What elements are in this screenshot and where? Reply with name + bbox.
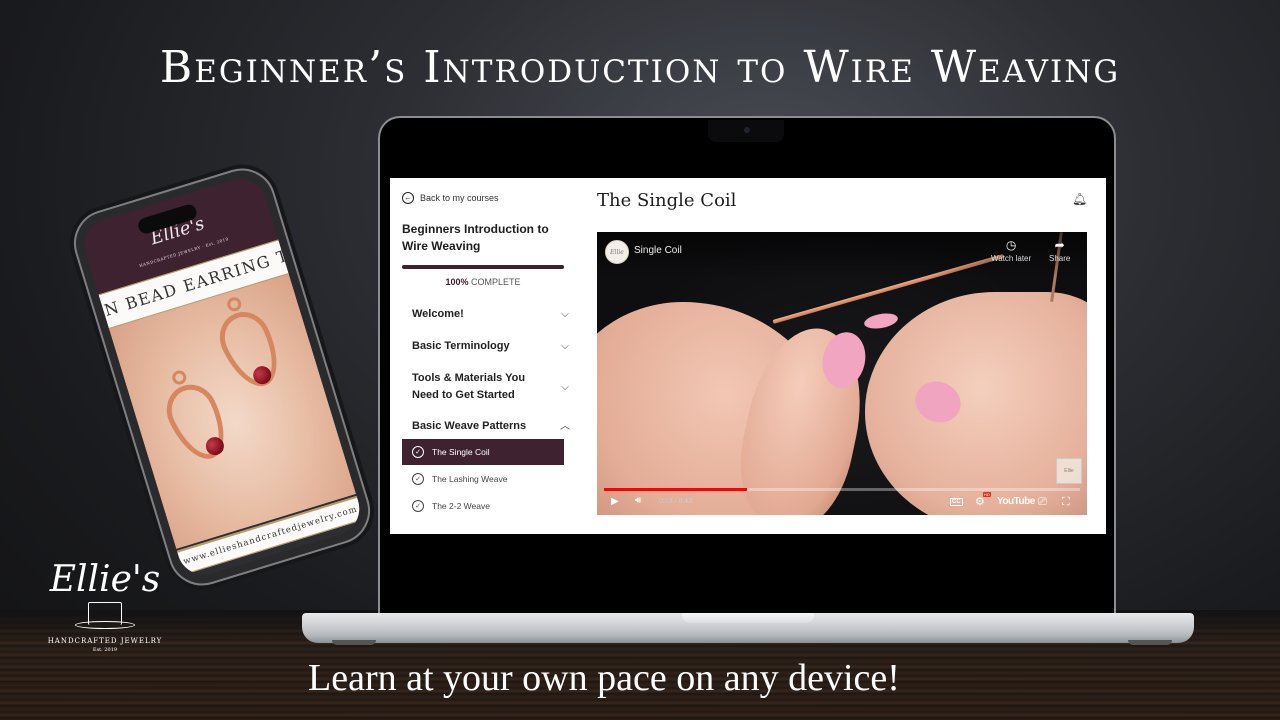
course-title: Beginners Introduction to Wire Weaving [402,222,549,253]
section-label: Basic Terminology [412,340,510,352]
chevron-down-icon: ⌵ [561,309,569,320]
bell-icon[interactable]: 🔔︎ [1072,192,1087,206]
captions-button[interactable]: CC [950,498,963,506]
lesson-the-lashing-weave[interactable]: ✓ The Lashing Weave [402,466,564,492]
section-label: Tools & Materials You Need to Get Starte… [412,372,526,401]
chevron-down-icon: ⌵ [561,381,569,393]
brand-tagline: HANDCRAFTED JEWELRY [47,637,163,645]
progress-percent: 100% [445,277,469,287]
lesson-label: The 2-2 Weave [432,501,490,511]
check-circle-icon: ✓ [412,500,424,512]
play-icon[interactable]: ▶ [611,496,619,507]
chevron-up-icon: ︿ [560,421,570,432]
video-frame-nail [863,311,899,331]
brand-script-name: Ellie's [49,559,161,600]
share-label: Share [1049,254,1071,263]
share-button[interactable]: ➦ Share [1049,239,1070,263]
course-sidebar: ← Back to my courses Beginners Introduct… [390,178,580,534]
fullscreen-icon[interactable]: ⛶ [1062,496,1070,509]
watch-later-button[interactable]: ◷ Watch later [991,239,1031,263]
video-title[interactable]: Single Coil [634,245,682,256]
phone-screen: Ellie's HANDCRAFTED JEWELRY · Est. 2019 … [78,172,366,582]
progress-suffix: COMPLETE [471,277,521,287]
promo-headline: Beginner’s Introduction to Wire Weaving [159,42,1121,93]
top-hat-icon [75,602,135,629]
promo-tagline: Learn at your own pace on any device! [308,657,900,699]
progress-label: 100% COMPLETE [402,277,564,287]
volume-icon[interactable]: 🔊︎ [635,495,641,506]
watch-later-label: Watch later [991,254,1032,263]
earring-loop [225,295,244,313]
laptop-thumb-notch [682,613,814,623]
course-progress-fill [402,265,564,269]
settings-gear-icon[interactable]: ⚙ HD [975,492,991,508]
hd-badge: HD [983,492,991,497]
channel-watermark[interactable]: Ellie [1056,458,1082,484]
earring [211,303,290,396]
lesson-the-2-2-weave[interactable]: ✓ The 2-2 Weave [402,493,564,519]
lesson-label: The Single Coil [432,447,490,457]
check-circle-icon: ✓ [412,473,424,485]
laptop-foot [1128,640,1172,645]
video-progress-bar[interactable] [604,488,1080,491]
channel-avatar[interactable]: Ellie [605,240,629,264]
arrow-left-circle-icon: ← [402,192,414,204]
laptop-foot [332,640,376,645]
lesson-the-single-coil[interactable]: ✓ The Single Coil [402,439,564,465]
chevron-down-icon: ⌵ [561,341,569,352]
course-app-screen: ← Back to my courses Beginners Introduct… [390,178,1106,534]
time-display: 0:13 / 0:43 [659,498,693,505]
lesson-title: The Single Coil [597,190,737,211]
brand-logo: Ellie's HANDCRAFTED JEWELRY Est. 2019 [40,559,170,654]
lesson-label: The Lashing Weave [432,474,508,484]
clock-icon: ◷ [1005,238,1017,252]
share-arrow-icon: ➦ [1054,238,1065,252]
back-to-courses-link[interactable]: ← Back to my courses [402,192,499,204]
video-frame-hand [865,292,1087,515]
earring [158,376,237,469]
section-welcome[interactable]: Welcome! ⌵ [412,306,572,323]
section-tools-materials[interactable]: Tools & Materials You Need to Get Starte… [412,370,572,404]
smartphone: Ellie's HANDCRAFTED JEWELRY · Est. 2019 … [65,160,379,594]
video-player[interactable]: Ellie Single Coil ◷ Watch later ➦ Share … [597,232,1087,515]
gear-glyph: ⚙ [975,496,985,508]
section-label: Basic Weave Patterns [412,420,527,432]
brand-established: Est. 2019 [92,647,118,653]
video-progress-fill [604,488,747,491]
webcam-icon [744,127,750,133]
section-basic-weave-patterns[interactable]: Basic Weave Patterns ︿ [412,418,572,435]
cast-icon[interactable]: ⎚ [1038,496,1047,509]
section-label: Welcome! [412,308,464,320]
section-basic-terminology[interactable]: Basic Terminology ⌵ [412,338,572,355]
youtube-logo[interactable]: YouTube [997,496,1035,507]
check-circle-icon: ✓ [412,446,424,458]
earring-loop [170,368,189,387]
course-progress-bar [402,265,564,269]
back-link-label: Back to my courses [420,193,499,203]
